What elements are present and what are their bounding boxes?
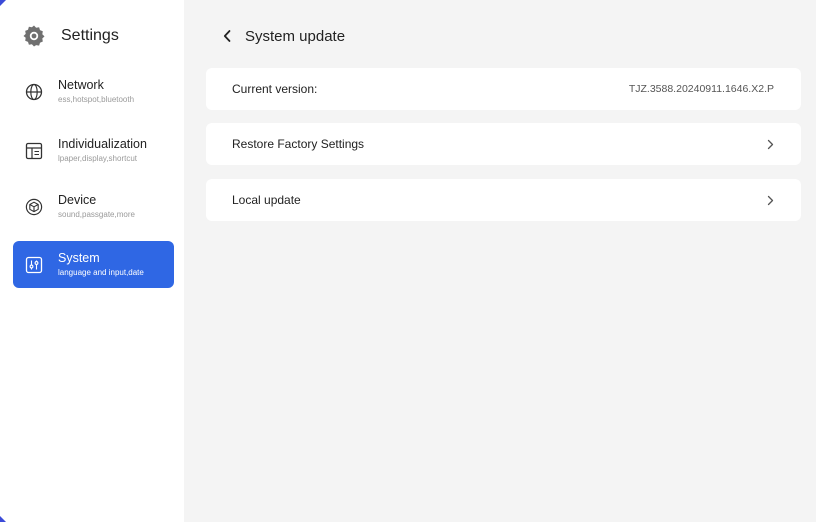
screen-corner-marker — [0, 0, 6, 6]
current-version-row: Current version: TJZ.3588.20240911.1646.… — [206, 68, 801, 110]
sidebar-item-label: Device — [58, 193, 97, 207]
settings-screen: Settings Network ess,hotspot,bluetooth I… — [0, 0, 816, 522]
sidebar-item-subtitle: language and input,date — [58, 268, 144, 277]
sidebar-item-individualization[interactable]: Individualization lpaper,display,shortcu… — [13, 127, 174, 174]
layout-icon — [24, 141, 44, 161]
sidebar-item-text: Individualization lpaper,display,shortcu… — [58, 137, 147, 164]
sidebar-item-label: System — [58, 251, 100, 265]
restore-factory-settings-label: Restore Factory Settings — [232, 137, 365, 151]
sidebar-item-text: Network ess,hotspot,bluetooth — [58, 78, 134, 105]
local-update-row[interactable]: Local update — [206, 179, 801, 221]
page-header[interactable]: System update — [222, 24, 345, 48]
sidebar-item-system[interactable]: System language and input,date — [13, 241, 174, 288]
sidebar-item-subtitle: ess,hotspot,bluetooth — [58, 95, 135, 104]
globe-icon — [24, 82, 44, 102]
back-arrow-icon[interactable] — [222, 29, 232, 43]
main-panel: System update Current version: TJZ.3588.… — [184, 0, 816, 522]
sidebar: Settings Network ess,hotspot,bluetooth I… — [0, 0, 184, 522]
sidebar-item-subtitle: sound,passgate,more — [58, 210, 135, 219]
current-version-label: Current version: — [232, 82, 318, 96]
chevron-right-icon — [767, 195, 774, 205]
local-update-label: Local update — [232, 193, 301, 207]
sidebar-item-label: Network — [58, 78, 104, 92]
screen-corner-marker — [0, 516, 6, 522]
cube-icon — [24, 197, 44, 217]
app-title: Settings — [61, 27, 119, 44]
app-header: Settings — [22, 21, 119, 51]
page-title: System update — [245, 27, 346, 45]
sidebar-item-text: System language and input,date — [58, 251, 144, 278]
sidebar-item-label: Individualization — [58, 137, 147, 151]
gear-icon — [23, 25, 45, 47]
sidebar-item-network[interactable]: Network ess,hotspot,bluetooth — [13, 68, 174, 115]
restore-factory-settings-row[interactable]: Restore Factory Settings — [206, 123, 801, 165]
sidebar-item-text: Device sound,passgate,more — [58, 193, 135, 220]
sliders-icon — [24, 255, 44, 275]
chevron-right-icon — [767, 139, 774, 149]
sidebar-item-device[interactable]: Device sound,passgate,more — [13, 183, 174, 230]
sidebar-item-subtitle: lpaper,display,shortcut — [58, 154, 138, 163]
current-version-value: TJZ.3588.20240911.1646.X2.P — [628, 83, 774, 95]
